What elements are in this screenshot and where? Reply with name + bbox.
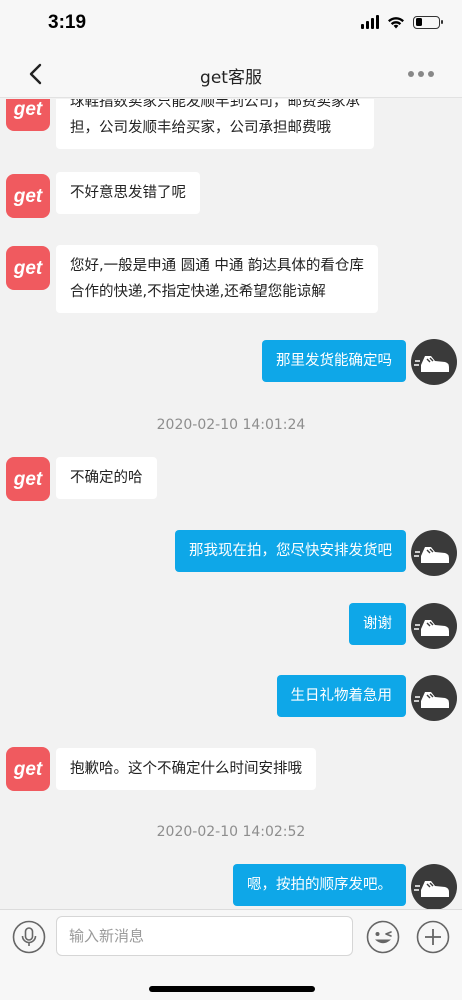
- user-avatar[interactable]: [411, 339, 457, 385]
- sneaker-icon: [414, 547, 449, 563]
- message-text: 不好意思发错了呢: [70, 185, 186, 201]
- agent-avatar[interactable]: get: [6, 747, 50, 791]
- more-dots-icon: [408, 71, 434, 77]
- home-indicator: [149, 986, 315, 992]
- plus-icon: [416, 920, 450, 954]
- message-bubble[interactable]: 那里发货能确定吗: [262, 340, 406, 382]
- sneaker-icon: [414, 356, 449, 372]
- user-avatar[interactable]: [411, 864, 457, 909]
- message-text: 那里发货能确定吗: [276, 353, 392, 369]
- voice-button[interactable]: [12, 920, 46, 954]
- agent-avatar[interactable]: get: [6, 457, 50, 501]
- message-text: 合作的快递,不指定快递,还希望您能谅解: [70, 284, 326, 300]
- sneaker-icon: [414, 620, 449, 636]
- nav-bar: get客服: [0, 50, 462, 98]
- message-text: 不确定的哈: [70, 470, 143, 486]
- sneaker-icon: [414, 692, 449, 708]
- message-bubble[interactable]: 谢谢: [349, 603, 406, 645]
- page-title: get客服: [200, 68, 262, 88]
- message-text: 生日礼物着急用: [290, 688, 393, 704]
- user-avatar[interactable]: [411, 675, 457, 721]
- message-text: 那我现在拍，您尽快安排发货吧: [189, 543, 392, 559]
- status-bar: 3:19: [0, 0, 462, 50]
- message-text: 谢谢: [363, 616, 392, 632]
- status-icons: [361, 15, 443, 29]
- input-bar: [0, 909, 462, 1000]
- message-bubble[interactable]: 那我现在拍，您尽快安排发货吧: [175, 530, 406, 572]
- wifi-icon: [388, 17, 404, 29]
- message-text: 球鞋指数卖家只能发顺丰到公司，邮费卖家承: [70, 99, 360, 110]
- message-bubble[interactable]: 生日礼物着急用: [276, 675, 406, 717]
- agent-avatar-text: get: [13, 186, 43, 207]
- message-bubble[interactable]: 嗯，按拍的顺序发吧。: [233, 864, 406, 906]
- message-bubble[interactable]: 不确定的哈: [56, 457, 157, 499]
- message-bubble[interactable]: 您好,一般是申通 圆通 中通 韵达具体的看仓库 合作的快递,不指定快递,还希望您…: [56, 245, 378, 313]
- timestamp: 2020-02-10 14:02:52: [156, 824, 306, 840]
- plus-button[interactable]: [416, 920, 450, 954]
- user-avatar[interactable]: [411, 530, 457, 576]
- chat-area[interactable]: get 球鞋指数卖家只能发顺丰到公司，邮费卖家承 担，公司发顺丰给买家，公司承担…: [0, 99, 462, 909]
- agent-avatar-text: get: [13, 469, 43, 490]
- message-bubble[interactable]: 球鞋指数卖家只能发顺丰到公司，邮费卖家承 担，公司发顺丰给买家，公司承担邮费哦: [56, 99, 374, 149]
- emoji-button[interactable]: [366, 920, 400, 954]
- emoji-icon: [366, 920, 400, 954]
- timestamp: 2020-02-10 14:01:24: [156, 417, 306, 433]
- agent-avatar[interactable]: get: [6, 99, 50, 131]
- agent-avatar-text: get: [13, 759, 43, 780]
- message-bubble[interactable]: 不好意思发错了呢: [56, 172, 200, 214]
- agent-avatar[interactable]: get: [6, 246, 50, 290]
- message-bubble[interactable]: 抱歉哈。这个不确定什么时间安排哦: [56, 748, 316, 790]
- message-text: 您好,一般是申通 圆通 中通 韵达具体的看仓库: [70, 258, 364, 274]
- sneaker-icon: [414, 881, 449, 897]
- status-time: 3:19: [48, 12, 87, 33]
- battery-level: [415, 18, 423, 26]
- agent-avatar[interactable]: get: [6, 174, 50, 218]
- message-text: 担，公司发顺丰给买家，公司承担邮费哦: [70, 120, 331, 136]
- message-text: 嗯，按拍的顺序发吧。: [247, 877, 392, 893]
- agent-avatar-text: get: [13, 99, 43, 120]
- message-input[interactable]: [56, 916, 353, 956]
- battery-icon: [413, 15, 443, 29]
- microphone-icon: [12, 920, 46, 954]
- signal-icon: [361, 15, 379, 29]
- user-avatar[interactable]: [411, 603, 457, 649]
- more-button[interactable]: [406, 64, 436, 84]
- message-text: 抱歉哈。这个不确定什么时间安排哦: [70, 761, 302, 777]
- agent-avatar-text: get: [13, 258, 43, 279]
